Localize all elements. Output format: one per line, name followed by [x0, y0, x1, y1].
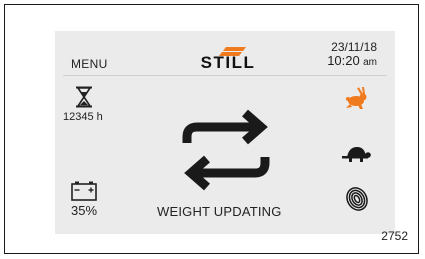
status-message: WEIGHT UPDATING: [157, 204, 282, 219]
brand-name: STILL: [200, 53, 256, 72]
battery-level: 35%: [71, 203, 98, 218]
turtle-icon[interactable]: [341, 145, 371, 163]
rabbit-icon[interactable]: [343, 86, 369, 110]
battery-icon: [71, 181, 97, 201]
operating-hours: 12345 h: [63, 111, 103, 123]
datetime: 23/11/18 10:20 am: [327, 41, 377, 69]
swap-arrows-icon: [182, 109, 270, 191]
fingerprint-icon[interactable]: [346, 186, 368, 212]
time-row: 10:20 am: [327, 54, 377, 69]
time-text: 10:20: [327, 53, 360, 68]
ampm-text: am: [363, 57, 377, 68]
figure-frame: MENU STILL 23/11/18 10:20 am 12345 h 35%…: [4, 4, 419, 254]
header-divider: [63, 75, 387, 76]
hourglass-icon: [76, 86, 92, 108]
display-screen: MENU STILL 23/11/18 10:20 am 12345 h 35%…: [55, 31, 395, 234]
figure-number: 2752: [381, 229, 408, 243]
brand-logo: STILL: [188, 45, 268, 73]
menu-button[interactable]: MENU: [71, 57, 108, 71]
